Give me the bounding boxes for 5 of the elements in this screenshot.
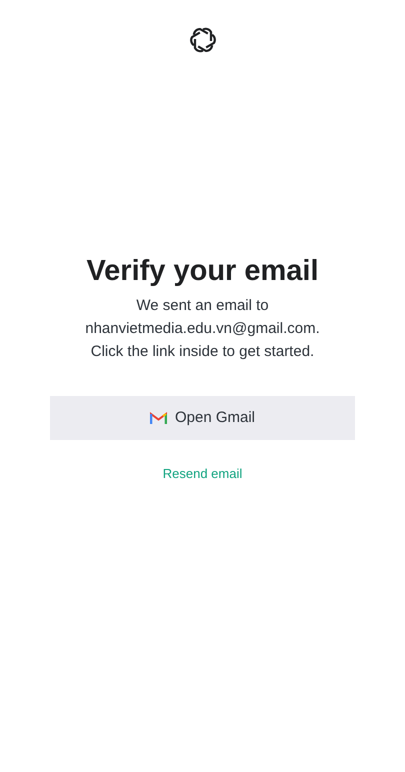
open-gmail-button[interactable]: Open Gmail [50,396,355,440]
logo-icon [188,25,218,55]
message-text: We sent an email to nhanvietmedia.edu.vn@gmail.com. Click the link inside to get started. [85,296,320,362]
gmail-icon [150,412,167,424]
page-title: Verify your email [86,254,319,289]
